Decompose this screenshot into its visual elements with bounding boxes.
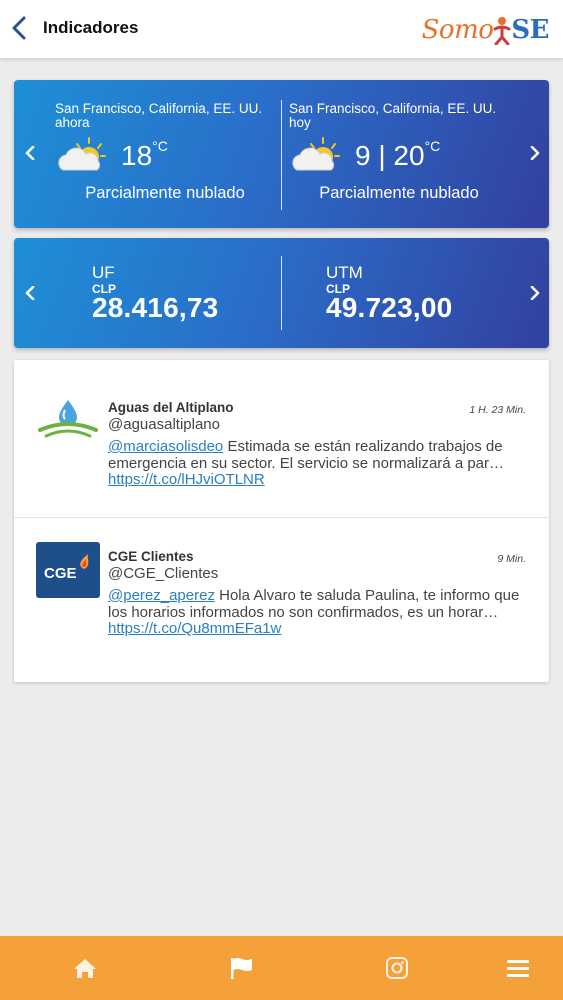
indicators-prev-button[interactable] bbox=[18, 278, 42, 308]
tweet-item[interactable]: CGE CGE Clientes @CGE_Clientes 9 Min. @p… bbox=[14, 517, 549, 682]
svg-text:CGE: CGE bbox=[44, 565, 77, 582]
weather-next-button[interactable] bbox=[523, 138, 547, 168]
chevron-right-icon bbox=[530, 146, 540, 160]
partly-cloudy-icon bbox=[58, 137, 106, 171]
page-title: Indicadores bbox=[43, 18, 139, 37]
tweet-author: Aguas del Altiplano bbox=[108, 400, 234, 415]
tweet-text: @perez_aperez Hola Alvaro te saluda Paul… bbox=[108, 587, 520, 637]
tweet-author: CGE Clientes bbox=[108, 549, 194, 564]
chevron-left-icon bbox=[25, 146, 35, 160]
weather-location: San Francisco, California, EE. UU. ahora bbox=[55, 101, 263, 130]
indicator-value: 49.723,00 bbox=[326, 292, 453, 323]
tweet-list: Aguas del Altiplano @aguasaltiplano 1 H.… bbox=[14, 360, 549, 682]
tweet-text: @marciasolisdeo Estimada se están realiz… bbox=[108, 438, 505, 488]
nav-menu-button[interactable] bbox=[498, 948, 538, 988]
flag-icon bbox=[231, 958, 252, 979]
tweet-handle: @CGE_Clientes bbox=[108, 565, 219, 582]
indicators-card: UF CLP 28.416,73 UTM CLP 49.723,00 bbox=[14, 238, 549, 348]
indicator-utm: UTM CLP 49.723,00 bbox=[326, 263, 452, 324]
avatar: CGE bbox=[36, 542, 100, 598]
weather-card: San Francisco, California, EE. UU. ahora… bbox=[14, 80, 549, 228]
tweet-mention-link[interactable]: @perez_aperez bbox=[108, 587, 215, 604]
menu-icon bbox=[507, 960, 529, 977]
aguas-altiplano-logo-icon bbox=[38, 400, 98, 438]
nav-instagram-button[interactable] bbox=[377, 948, 417, 988]
home-icon bbox=[74, 959, 96, 978]
weather-description: Parcialmente nublado bbox=[319, 184, 479, 202]
chevron-right-icon bbox=[530, 286, 540, 300]
tweet-item[interactable]: Aguas del Altiplano @aguasaltiplano 1 H.… bbox=[14, 360, 549, 517]
tweet-handle: @aguasaltiplano bbox=[108, 416, 220, 433]
bottom-nav bbox=[0, 936, 563, 1000]
weather-description: Parcialmente nublado bbox=[85, 184, 245, 202]
nav-home-button[interactable] bbox=[65, 948, 105, 988]
tweet-time: 1 H. 23 Min. bbox=[469, 404, 526, 416]
nav-reports-button[interactable] bbox=[222, 948, 262, 988]
partly-cloudy-icon bbox=[292, 137, 340, 171]
indicators-divider bbox=[281, 256, 282, 330]
app-header: Indicadores Somo SE bbox=[0, 0, 563, 58]
avatar bbox=[36, 396, 100, 452]
indicators-next-button[interactable] bbox=[523, 278, 547, 308]
indicator-uf: UF CLP 28.416,73 bbox=[92, 263, 218, 324]
weather-now: San Francisco, California, EE. UU. ahora… bbox=[55, 102, 275, 203]
indicator-name: UF bbox=[92, 263, 115, 282]
weather-today: San Francisco, California, EE. UU. hoy 9… bbox=[289, 102, 509, 203]
weather-temp: 18°C bbox=[121, 138, 168, 171]
instagram-icon bbox=[386, 957, 408, 979]
tweet-mention-link[interactable]: @marciasolisdeo bbox=[108, 438, 223, 455]
tweet-url-link[interactable]: https://t.co/lHJviOTLNR bbox=[108, 471, 265, 488]
tweet-url-link[interactable]: https://t.co/Qu8mmEFa1w bbox=[108, 620, 281, 637]
somose-logo: Somo SE bbox=[421, 15, 549, 45]
logo-figure-icon bbox=[493, 17, 511, 45]
chevron-left-icon bbox=[12, 16, 26, 40]
tweet-time: 9 Min. bbox=[497, 553, 526, 565]
weather-divider bbox=[281, 100, 282, 210]
indicator-name: UTM bbox=[326, 263, 363, 282]
back-button[interactable] bbox=[6, 12, 34, 44]
weather-temp-range: 9 | 20°C bbox=[355, 138, 441, 171]
indicator-value: 28.416,73 bbox=[92, 292, 219, 323]
chevron-left-icon bbox=[25, 286, 35, 300]
weather-location: San Francisco, California, EE. UU. hoy bbox=[289, 101, 497, 130]
cge-logo-icon: CGE bbox=[44, 554, 89, 582]
weather-prev-button[interactable] bbox=[18, 138, 42, 168]
